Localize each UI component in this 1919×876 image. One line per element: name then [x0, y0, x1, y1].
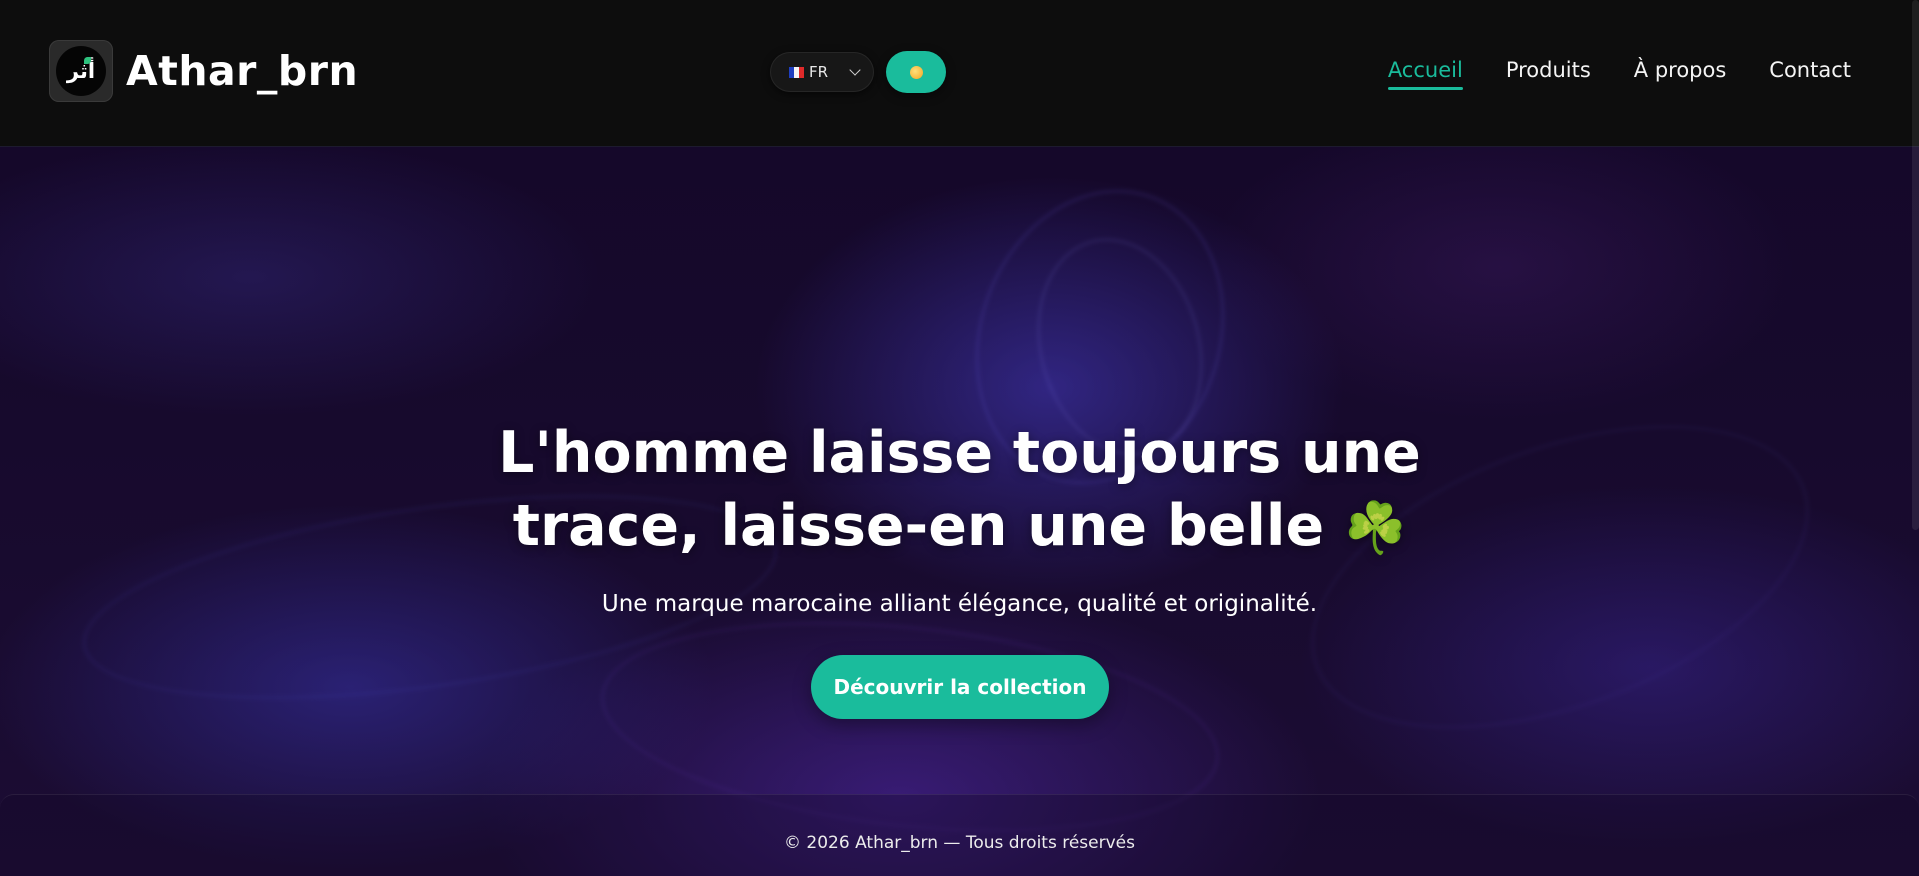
chevron-down-icon: [849, 64, 861, 76]
clover-icon: ☘️: [1344, 499, 1407, 557]
theme-toggle-button[interactable]: [886, 51, 946, 93]
discover-collection-button[interactable]: Découvrir la collection: [811, 655, 1109, 719]
nav-item-produits[interactable]: Produits: [1506, 58, 1591, 88]
brand-logo-link[interactable]: أثر Athar_brn: [49, 40, 358, 102]
hero-title: L'homme laisse toujours une trace, laiss…: [0, 417, 1919, 565]
brand-name: Athar_brn: [126, 47, 359, 95]
sun-icon: [909, 65, 923, 79]
nav-item-accueil[interactable]: Accueil: [1387, 58, 1463, 90]
page-scrollbar[interactable]: [1912, 0, 1919, 530]
leaf-icon: [84, 57, 91, 64]
nav-item-contact[interactable]: Contact: [1769, 58, 1851, 88]
logo-circle: أثر: [56, 46, 106, 96]
main-nav: Accueil Produits À propos Contact: [1345, 58, 1851, 90]
hero-title-line1: L'homme laisse toujours une: [498, 420, 1421, 486]
hero-subtitle: Une marque marocaine alliant élégance, q…: [601, 591, 1318, 617]
nav-item-a-propos[interactable]: À propos: [1634, 58, 1727, 88]
hero-section: L'homme laisse toujours une trace, laiss…: [0, 147, 1919, 876]
site-header: أثر Athar_brn FR Accueil Produits À prop…: [0, 0, 1919, 147]
brand-logo-icon: أثر: [49, 40, 113, 102]
french-flag-icon: [789, 66, 804, 78]
hero-title-line2: trace, laisse-en une belle: [512, 493, 1325, 559]
site-footer: © 2026 Athar_brn — Tous droits réservés: [0, 794, 1919, 876]
logo-glyph: أثر: [66, 58, 96, 83]
language-select[interactable]: FR: [770, 52, 874, 92]
page: أثر Athar_brn FR Accueil Produits À prop…: [0, 0, 1919, 876]
copyright-text: © 2026 Athar_brn — Tous droits réservés: [784, 833, 1135, 853]
language-code: FR: [809, 63, 829, 81]
